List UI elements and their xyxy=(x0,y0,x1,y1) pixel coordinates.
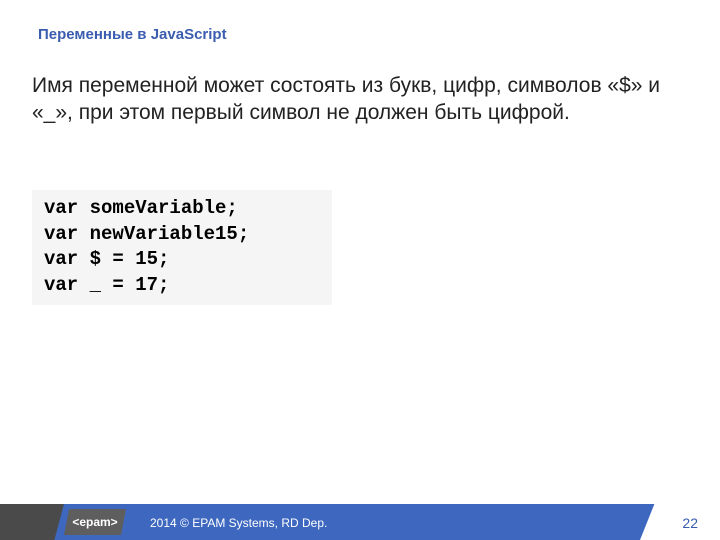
epam-logo: <epam> xyxy=(64,509,126,535)
page-number-bg xyxy=(640,504,720,540)
footer-copyright: 2014 © EPAM Systems, RD Dep. xyxy=(150,516,327,530)
slide-title: Переменные в JavaScript xyxy=(38,26,227,43)
body-paragraph: Имя переменной может состоять из букв, ц… xyxy=(32,72,680,127)
footer-bar: <epam> 2014 © EPAM Systems, RD Dep. 22 xyxy=(0,504,720,540)
page-number: 22 xyxy=(682,515,698,531)
code-example: var someVariable; var newVariable15; var… xyxy=(32,190,332,305)
footer-accent xyxy=(0,504,64,540)
